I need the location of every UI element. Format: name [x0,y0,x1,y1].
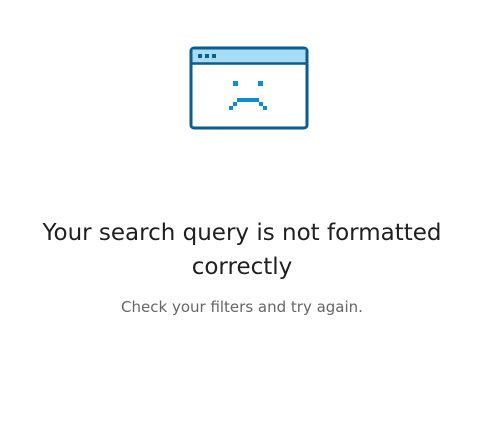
error-message: Check your filters and try again. [121,298,363,316]
sad-browser-window-icon [189,46,309,130]
empty-state-page: Your search query is not formatted corre… [0,0,484,426]
error-headline: Your search query is not formatted corre… [42,220,442,280]
